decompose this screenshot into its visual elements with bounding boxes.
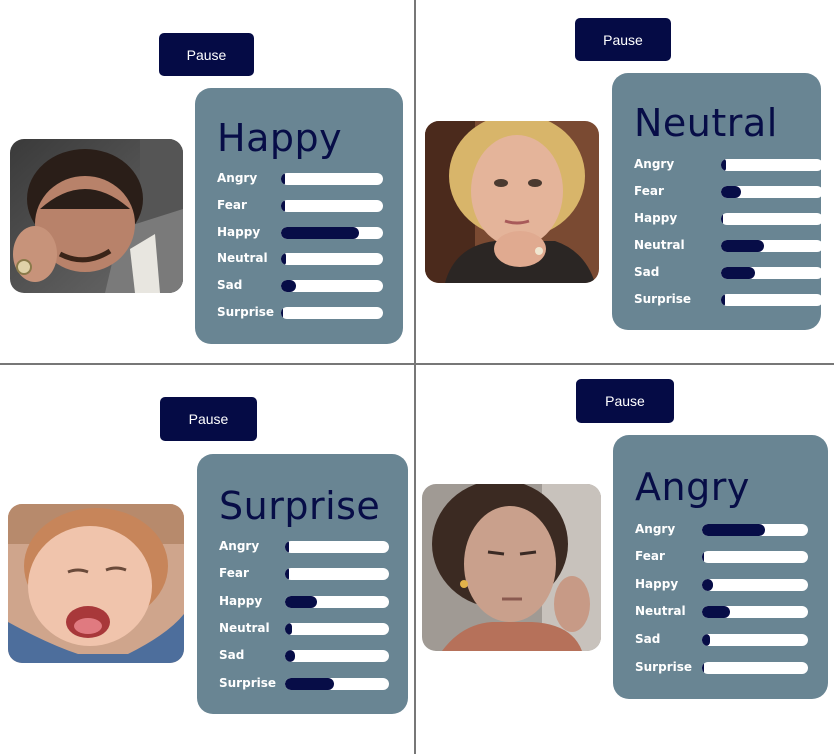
score-bar-fill	[702, 662, 704, 674]
score-bar	[702, 579, 808, 591]
score-bar-fill	[702, 524, 765, 536]
score-bar	[702, 662, 808, 674]
score-bar	[702, 524, 808, 536]
emotion-panel: Angry Angry Fear Happy Neutral Sad Surpr…	[613, 435, 828, 699]
quadrant-bottom-right: Pause Angry Angry Fear Happy Neutral Sad…	[0, 0, 834, 754]
score-label: Neutral	[635, 604, 686, 618]
score-bar-fill	[702, 579, 713, 591]
score-bar	[702, 634, 808, 646]
score-bar-fill	[702, 551, 704, 563]
pause-button[interactable]: Pause	[576, 379, 674, 423]
score-label: Happy	[635, 577, 679, 591]
score-bar	[702, 551, 808, 563]
score-label: Sad	[635, 632, 661, 646]
score-label: Surprise	[635, 660, 693, 674]
score-label: Fear	[635, 549, 665, 563]
score-label: Angry	[635, 522, 676, 536]
score-bar-fill	[702, 606, 730, 618]
score-bar-fill	[702, 634, 711, 646]
face-photo	[422, 484, 601, 651]
score-bar	[702, 606, 808, 618]
emotion-label: Angry	[635, 465, 750, 509]
